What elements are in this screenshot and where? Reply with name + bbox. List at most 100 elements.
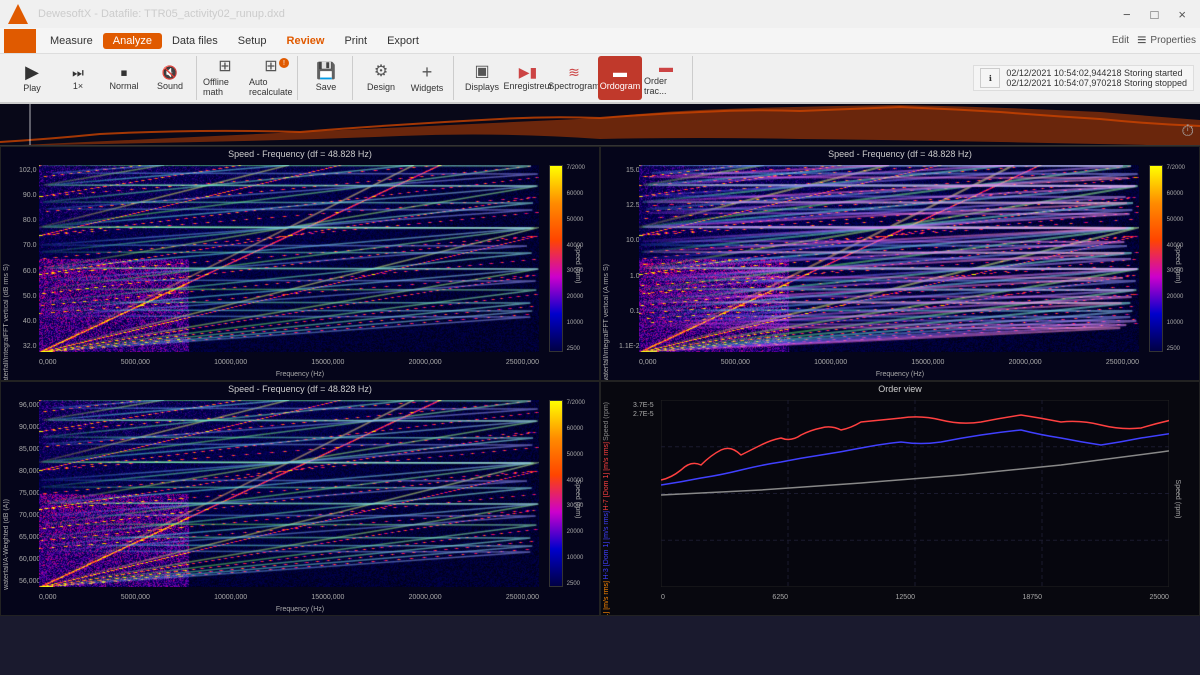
- colorbar-3: [549, 400, 563, 587]
- enregistreur-icon: ▶▮: [519, 65, 537, 79]
- titlebar-title: DewesoftX - Datafile: TTR05_activity02_r…: [38, 8, 285, 20]
- displays-button[interactable]: ▣ Displays: [460, 56, 504, 100]
- waveform-clock-icon: ⏱: [1182, 123, 1194, 141]
- menu-export[interactable]: Export: [377, 33, 429, 49]
- auto-recalc-button[interactable]: ⊞ ! Auto recalculate: [249, 56, 293, 100]
- info-line2: 02/12/2021 10:54:07,970218 Storing stopp…: [1006, 78, 1187, 88]
- panel-top-right: Speed - Frequency (df = 48.828 Hz) water…: [600, 146, 1200, 381]
- widgets-icon: +: [422, 63, 433, 81]
- menu-print[interactable]: Print: [334, 33, 377, 49]
- panel-order-view: Order view Speed (rpm) H-7 [Dom 1] [m/s …: [600, 381, 1200, 616]
- offline-math-icon: ⊞: [218, 59, 231, 75]
- panel-bottom-left-title: Speed - Frequency (df = 48.828 Hz): [228, 384, 372, 394]
- panel-top-left: Speed - Frequency (df = 48.828 Hz) water…: [0, 146, 600, 381]
- displays-icon: ▣: [474, 64, 489, 80]
- toolbar: ▶ Play ⏭ 1× ⏹ Normal 🔇 Sound ⊞ Offline m…: [0, 54, 1200, 104]
- spectrogram-canvas-1: [39, 165, 539, 352]
- panel-bottom-left-ylabel: waterfall/A-Weighted (dB (A)): [3, 499, 10, 590]
- xlabel-2: Frequency (Hz): [876, 371, 924, 378]
- app-logo: [8, 4, 28, 24]
- xaxis-3: 0,000 5000,000 10000,000 15000,000 20000…: [39, 594, 539, 601]
- playback-group: ▶ Play ⏭ 1× ⏹ Normal 🔇 Sound: [6, 56, 197, 100]
- panel-top-left-ylabel: waterfall/integralFFT vertical (dB rms S…: [3, 264, 10, 382]
- play-button[interactable]: ▶ Play: [10, 56, 54, 100]
- colorbar-1: [549, 165, 563, 352]
- close-button[interactable]: ×: [1172, 5, 1192, 24]
- normal-icon: ⏹: [121, 66, 128, 79]
- info-line1: 02/12/2021 10:54:02,944218 Storing start…: [1006, 68, 1187, 78]
- properties-icon: ≡: [1137, 32, 1146, 50]
- spectrogram-icon: ≋: [568, 65, 580, 79]
- speed-rpm-label-3: Speed (rpm): [574, 479, 581, 518]
- menu-analyze[interactable]: Analyze: [103, 33, 162, 49]
- waveform-bar[interactable]: 02/12/2021 - 10:54:02 02/12/2021 - 10:54…: [0, 104, 1200, 146]
- order-xaxis: 0 6250 12500 18750 25000: [661, 594, 1169, 601]
- properties-label[interactable]: Properties: [1150, 35, 1196, 46]
- spectrogram-button[interactable]: ≋ Spectrogram: [552, 56, 596, 100]
- colorbar-2: [1149, 165, 1163, 352]
- design-button[interactable]: ⚙ Design: [359, 56, 403, 100]
- menubar: Measure Analyze Data files Setup Review …: [0, 28, 1200, 54]
- xaxis-2: 0,000 5000,000 10000,000 15000,000 20000…: [639, 359, 1139, 366]
- panel-top-left-title: Speed - Frequency (df = 48.828 Hz): [228, 149, 372, 159]
- play-icon: ▶: [25, 63, 39, 81]
- normal-button[interactable]: ⏹ Normal: [102, 56, 146, 100]
- xlabel-1: Frequency (Hz): [276, 371, 324, 378]
- 1x-icon: ⏭: [72, 66, 84, 79]
- save-group: 💾 Save: [300, 56, 353, 100]
- main-layout: Speed - Frequency (df = 48.828 Hz) water…: [0, 146, 1200, 616]
- widgets-button[interactable]: + Widgets: [405, 56, 449, 100]
- ordogram-icon: ▬: [613, 65, 627, 79]
- maximize-button[interactable]: □: [1145, 5, 1165, 24]
- xlabel-3: Frequency (Hz): [276, 606, 324, 613]
- 1x-button[interactable]: ⏭ 1×: [56, 56, 100, 100]
- save-button[interactable]: 💾 Save: [304, 56, 348, 100]
- speed-rpm-label-1: Speed (rpm): [574, 244, 581, 283]
- legend-h7: H-7 [Dom 1] [m/s rms]: [603, 442, 610, 510]
- order-track-icon: ▬: [659, 60, 673, 74]
- order-view-legend: Speed (rpm) H-7 [Dom 1] [m/s rms] H-3 [D…: [603, 402, 610, 587]
- titlebar-left: DewesoftX - Datafile: TTR05_activity02_r…: [8, 4, 285, 24]
- order-view-chart: [661, 400, 1169, 587]
- minimize-button[interactable]: −: [1117, 5, 1137, 24]
- logo-box: [4, 29, 36, 53]
- panel-bottom-left: Speed - Frequency (df = 48.828 Hz) water…: [0, 381, 600, 616]
- order-track-button[interactable]: ▬ Order trac...: [644, 56, 688, 100]
- sound-icon: 🔇: [162, 66, 178, 79]
- order-view-title: Order view: [878, 384, 922, 394]
- legend-h3: H-3 [Dom 1] [m/s rms]: [603, 511, 610, 579]
- legend-speed: Speed (rpm): [603, 402, 610, 441]
- speed-rpm-label-2: Speed (rpm): [1174, 244, 1181, 283]
- panel-top-right-title: Speed - Frequency (df = 48.828 Hz): [828, 149, 972, 159]
- titlebar-controls[interactable]: − □ ×: [1117, 5, 1192, 24]
- legend-h5: H-5 [Dom 1] [m/s rms]: [603, 581, 610, 616]
- panel-top-right-yaxis: 15.0 12.5 10.0 1.0 0.1 1.1E-2: [619, 167, 640, 350]
- menu-datafiles[interactable]: Data files: [162, 33, 228, 49]
- enregistreur-button[interactable]: ▶▮ Enregistreur: [506, 56, 550, 100]
- save-icon: 💾: [316, 64, 336, 80]
- xaxis-1: 0,000 5000,000 10000,000 15000,000 20000…: [39, 359, 539, 366]
- edit-label[interactable]: Edit: [1112, 35, 1129, 46]
- views-group: ▣ Displays ▶▮ Enregistreur ≋ Spectrogram…: [456, 56, 693, 100]
- info-icon: ℹ: [980, 68, 1000, 88]
- menu-review[interactable]: Review: [277, 33, 335, 49]
- menu-setup[interactable]: Setup: [228, 33, 277, 49]
- spectrogram-canvas-2: [639, 165, 1139, 352]
- math-group: ⊞ Offline math ⊞ ! Auto recalculate: [199, 56, 298, 100]
- titlebar: DewesoftX - Datafile: TTR05_activity02_r…: [0, 0, 1200, 28]
- offline-math-button[interactable]: ⊞ Offline math: [203, 56, 247, 100]
- order-speed-label: Speed (rpm): [1174, 479, 1181, 518]
- panel-top-left-yaxis: 102,0 90.0 80.0 70.0 60.0 50.0 40.0 32.0: [19, 167, 37, 350]
- waveform-svg: [0, 104, 1200, 145]
- design-icon: ⚙: [374, 64, 388, 80]
- spectrogram-canvas-3: [39, 400, 539, 587]
- order-yaxis: 3.7E-5 2.7E-5: [633, 402, 654, 418]
- panel-top-right-ylabel: waterfall/integralFFT vertical (A rms S): [603, 264, 610, 382]
- ordogram-button[interactable]: ▬ Ordogram: [598, 56, 642, 100]
- info-texts: 02/12/2021 10:54:02,944218 Storing start…: [1006, 68, 1187, 88]
- panel-bottom-left-yaxis: 96,000 90,000 85,000 80,000 75,000 70,00…: [19, 402, 40, 585]
- info-panel: ℹ 02/12/2021 10:54:02,944218 Storing sta…: [973, 65, 1194, 91]
- menu-measure[interactable]: Measure: [40, 33, 103, 49]
- sound-button[interactable]: 🔇 Sound: [148, 56, 192, 100]
- legend-items: Speed (rpm) H-7 [Dom 1] [m/s rms] H-3 [D…: [603, 402, 610, 616]
